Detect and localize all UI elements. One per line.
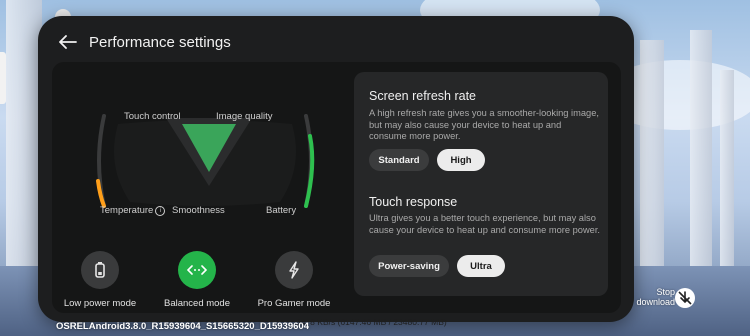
smoothness-label: Smoothness [172,205,225,216]
info-icon[interactable]: i [155,206,166,216]
low-power-mode-button[interactable]: Low power mode [45,251,155,309]
stop-download-label: Stop download [636,287,675,307]
low-power-mode-label: Low power mode [63,298,137,309]
performance-gauge [96,114,315,208]
refresh-high-button[interactable]: High [437,149,485,171]
pro-gamer-mode-label: Pro Gamer mode [257,298,331,309]
refresh-rate-description: A high refresh rate gives you a smoother… [369,108,599,142]
lightning-icon [275,251,313,289]
pro-gamer-mode-button[interactable]: Pro Gamer mode [239,251,349,309]
touch-power-saving-button[interactable]: Power-saving [369,255,449,277]
image-quality-label: Image quality [216,111,273,122]
touch-response-title: Touch response [369,195,458,209]
touch-response-description: Ultra gives you a better touch experienc… [369,213,601,235]
battery-label: Battery [266,205,297,216]
refresh-rate-title: Screen refresh rate [369,89,476,103]
balanced-arrows-icon [178,251,216,289]
temperature-label: Temperature i [100,205,166,216]
edge-handle [0,52,6,104]
header: Performance settings [56,30,231,54]
page-title: Performance settings [89,33,231,51]
settings-content: Touch control Image quality Temperature i… [52,62,621,313]
balanced-mode-label: Balanced mode [163,298,231,309]
refresh-standard-button[interactable]: Standard [369,149,429,171]
battery-icon [81,251,119,289]
stop-download-icon[interactable] [672,287,698,309]
touch-ultra-button[interactable]: Ultra [457,255,505,277]
build-version-text: OSRELAndroid3.8.0_R15939604_S15665320_D1… [56,321,309,332]
download-speed-text: 3478 KB/s (6147.46 MB / 23480.77 MB) [296,317,447,327]
back-arrow-icon[interactable] [56,30,80,54]
touch-control-label: Touch control [124,111,181,122]
settings-card: Screen refresh rate A high refresh rate … [354,72,608,296]
balanced-mode-button[interactable]: Balanced mode [142,251,252,309]
performance-settings-panel: Performance settings Touch control Image… [38,16,634,322]
